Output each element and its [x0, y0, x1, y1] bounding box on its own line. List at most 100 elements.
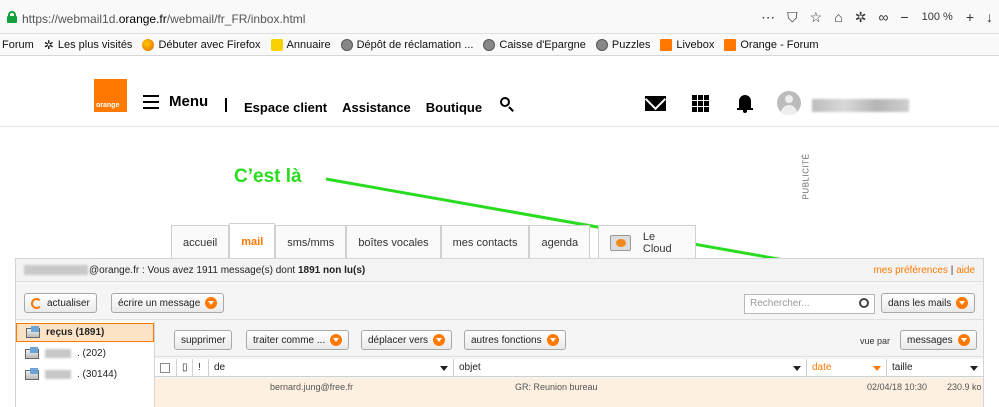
folder-item[interactable]: . (202) — [16, 344, 154, 363]
hamburger-icon — [143, 94, 159, 109]
tab-le-cloud[interactable]: Le Cloud — [598, 225, 697, 259]
search-scope-dropdown[interactable]: dans les mails — [881, 293, 976, 313]
smiley-icon — [270, 38, 283, 51]
avatar[interactable] — [777, 91, 801, 115]
star-icon[interactable]: ☆ — [810, 7, 823, 27]
view-by-dropdown[interactable]: messages — [900, 330, 977, 350]
bookmark-livebox[interactable]: Livebox — [660, 38, 714, 51]
delete-button[interactable]: supprimer — [174, 330, 233, 350]
search-icon[interactable] — [859, 298, 869, 308]
lock-icon — [7, 11, 17, 23]
message-list-header: ▯ ! de objet date taille — [155, 358, 983, 377]
folder-inbox[interactable]: reçus (1891) — [16, 323, 154, 342]
table-row[interactable]: bernard.jung@free.fr GR: Reunion bureau … — [155, 378, 983, 407]
username-blurred[interactable] — [812, 99, 909, 112]
tab-bar: accueil mail sms/mms boîtes vocales mes … — [171, 223, 697, 259]
message-count-text: @orange.fr : Vous avez 1911 message(s) d… — [89, 265, 366, 276]
reader-icon[interactable]: ∞ — [878, 7, 888, 27]
download-icon[interactable]: ↓ — [986, 7, 993, 27]
folder-item[interactable]: . (30144) — [16, 365, 154, 384]
bookmark-orange-forum[interactable]: Orange - Forum — [724, 38, 819, 51]
dropdown-arrow-icon — [205, 297, 218, 309]
select-all-checkbox[interactable] — [160, 362, 170, 373]
bookmark-annuaire[interactable]: Annuaire — [270, 38, 331, 51]
tab-agenda[interactable]: agenda — [529, 225, 591, 259]
bookmark-firefox[interactable]: Débuter avec Firefox — [142, 38, 261, 51]
apps-grid-icon[interactable] — [692, 95, 709, 112]
orange-icon — [724, 38, 737, 51]
sort-arrow-icon — [440, 365, 448, 371]
site-header: orange Menu Espace client Assistance Bou… — [0, 57, 999, 127]
bell-icon[interactable] — [737, 95, 753, 113]
gear-icon: ✲ — [43, 37, 54, 52]
bookmark-manager-icon[interactable]: ⌂ — [834, 7, 842, 27]
settings-icon[interactable]: ✲ — [855, 7, 867, 27]
dropdown-arrow-icon — [957, 334, 970, 346]
more-icon[interactable]: ⋯ — [761, 7, 775, 27]
zoom-out-icon[interactable]: − — [900, 7, 908, 27]
tab-boites-vocales[interactable]: boîtes vocales — [346, 225, 441, 259]
column-size[interactable]: taille — [887, 359, 983, 377]
preferences-link[interactable]: mes préférences — [873, 265, 947, 276]
globe-icon — [595, 38, 608, 51]
bookmark-forum[interactable]: Forum — [2, 39, 34, 51]
orange-icon — [660, 38, 673, 51]
bookmarks-bar: Forum ✲ Les plus visités Débuter avec Fir… — [0, 34, 999, 56]
folder-icon — [25, 346, 39, 359]
dropdown-arrow-icon — [330, 334, 343, 346]
mail-icon[interactable] — [645, 96, 666, 111]
zoom-level[interactable]: 100 % — [921, 6, 954, 28]
priority-icon: ! — [198, 362, 201, 373]
divider — [225, 98, 227, 112]
url-field[interactable]: https://webmail1d.orange.fr/webmail/fr_F… — [22, 12, 305, 26]
bookmark-reclamation[interactable]: Dépôt de réclamation ... — [340, 38, 473, 51]
globe-icon — [340, 38, 353, 51]
nav-assistance[interactable]: Assistance — [342, 100, 411, 115]
dropdown-arrow-icon — [956, 297, 969, 309]
menu-button[interactable]: Menu — [143, 93, 208, 110]
tab-mes-contacts[interactable]: mes contacts — [440, 225, 530, 259]
refresh-icon — [31, 297, 42, 309]
account-links: mes préférences | aide — [873, 265, 975, 276]
nav-espace-client[interactable]: Espace client — [244, 100, 327, 115]
refresh-button[interactable]: actualiser — [24, 293, 97, 313]
column-subject[interactable]: objet — [454, 358, 807, 377]
pocket-icon[interactable]: ⛉ — [787, 7, 798, 27]
firefox-icon — [142, 38, 155, 51]
bookmark-puzzles[interactable]: Puzzles — [595, 38, 650, 51]
tab-mail[interactable]: mail — [229, 223, 276, 259]
tab-accueil[interactable]: accueil — [171, 225, 230, 259]
row-size: 230.9 ko — [947, 382, 982, 392]
column-from[interactable]: de — [209, 358, 454, 377]
bookmark-caisse-epargne[interactable]: Caisse d'Epargne — [483, 38, 586, 51]
folder-icon — [25, 367, 39, 380]
other-functions-dropdown[interactable]: autres fonctions — [464, 330, 566, 350]
attachment-column[interactable]: ▯ — [177, 358, 193, 377]
zoom-in-icon[interactable]: + — [966, 7, 974, 27]
view-by-label: vue par — [860, 336, 891, 346]
compose-button[interactable]: écrire un message — [111, 293, 225, 313]
dropdown-arrow-icon — [546, 334, 559, 346]
search-icon[interactable] — [500, 97, 514, 112]
mail-toolbar: actualiser écrire un message Rechercher.… — [16, 284, 983, 320]
help-link[interactable]: aide — [956, 265, 975, 276]
mark-as-dropdown[interactable]: traiter comme ... — [246, 330, 350, 350]
folder-icon — [26, 325, 40, 338]
sort-arrow-icon — [970, 365, 978, 371]
row-subject: GR: Reunion bureau — [515, 382, 598, 392]
email-blurred — [24, 265, 88, 275]
orange-logo[interactable]: orange — [94, 79, 127, 112]
priority-column[interactable]: ! — [193, 358, 209, 377]
move-to-dropdown[interactable]: déplacer vers — [361, 330, 453, 350]
column-date[interactable]: date — [807, 358, 887, 377]
globe-icon — [483, 38, 496, 51]
nav-boutique[interactable]: Boutique — [426, 100, 482, 115]
bookmark-most-visited[interactable]: ✲ Les plus visités — [44, 39, 133, 51]
sort-arrow-icon — [873, 365, 881, 371]
browser-toolbar: ⋯ ⛉ ☆ ⌂ ✲ ∞ − 100 % + ↓ — [761, 7, 993, 27]
mail-panel: @orange.fr : Vous avez 1911 message(s) d… — [15, 258, 984, 407]
search-input[interactable]: Rechercher... — [744, 294, 875, 314]
row-date: 02/04/18 10:30 — [867, 382, 928, 392]
top-nav: Espace client Assistance Boutique — [244, 100, 482, 115]
tab-sms-mms[interactable]: sms/mms — [275, 225, 347, 259]
